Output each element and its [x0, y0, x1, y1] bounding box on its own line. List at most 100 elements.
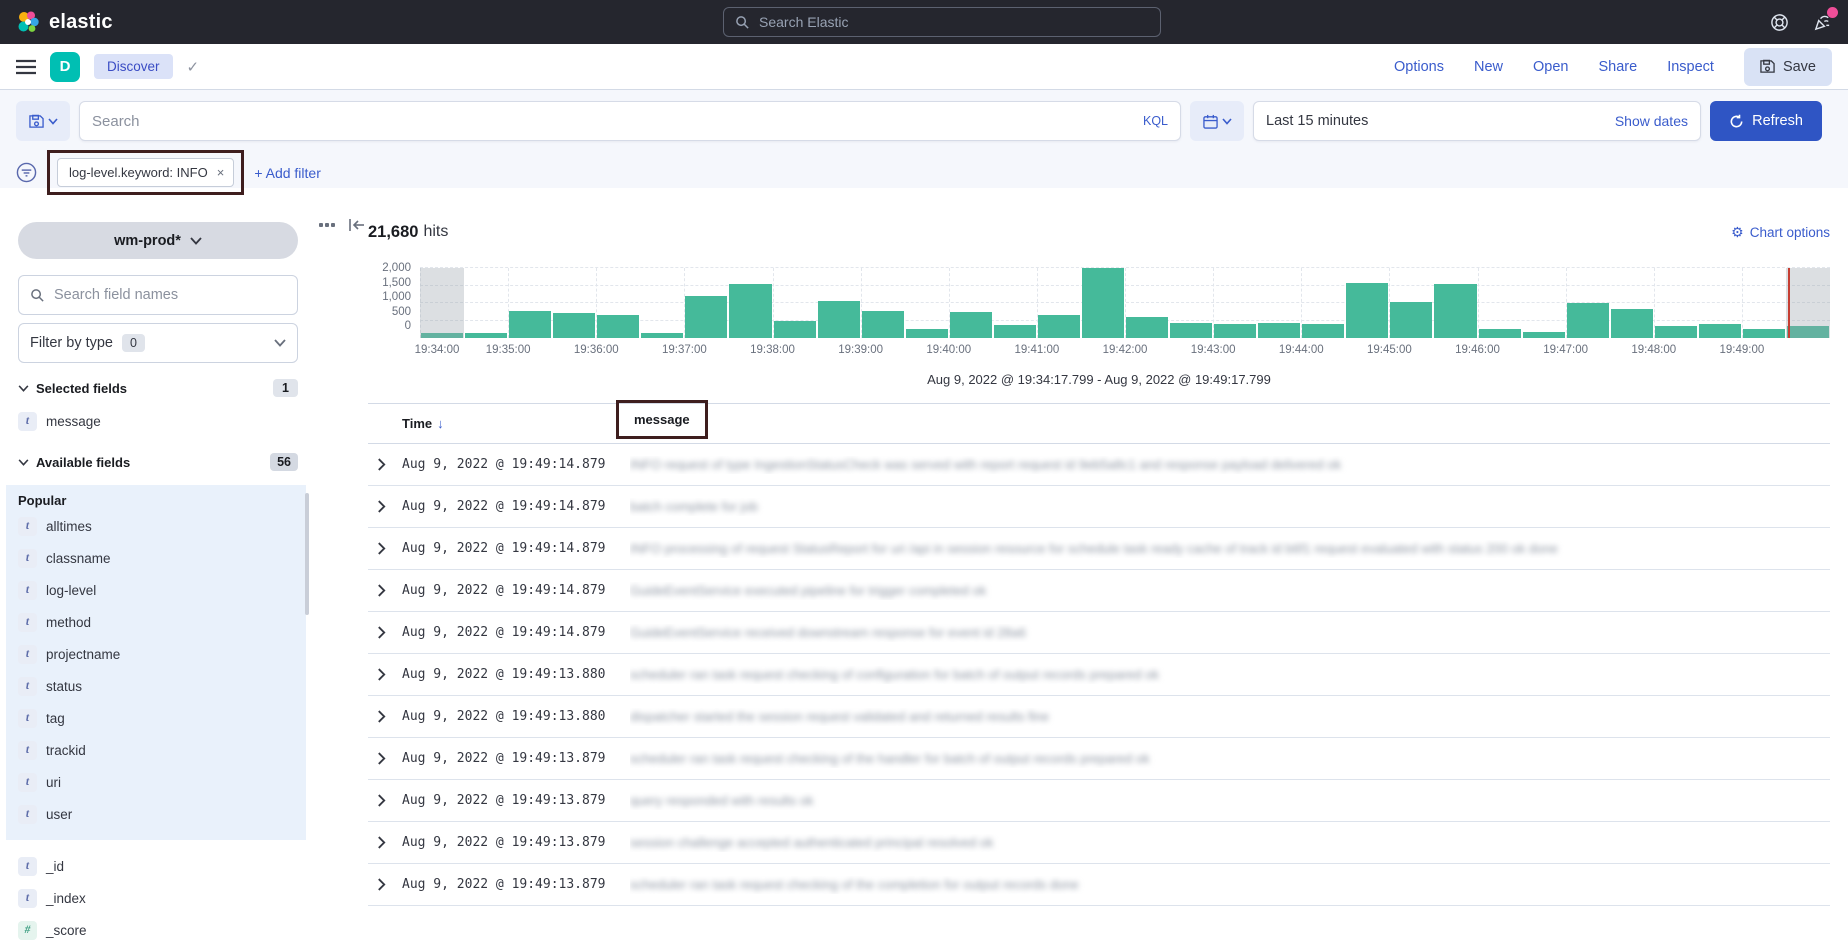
expand-row-icon[interactable]	[368, 794, 402, 807]
open-button[interactable]: Open	[1533, 59, 1568, 75]
histogram-bar[interactable]	[774, 321, 816, 338]
histogram-bar[interactable]	[729, 284, 771, 338]
expand-row-icon[interactable]	[368, 542, 402, 555]
filter-pill[interactable]: log-level.keyword: INFO ×	[57, 158, 234, 187]
row-time: Aug 9, 2022 @ 19:49:13.879	[402, 877, 630, 892]
time-range-value[interactable]: Last 15 minutes	[1266, 113, 1368, 129]
expand-row-icon[interactable]	[368, 836, 402, 849]
sidebar-scrollbar[interactable]	[305, 493, 309, 615]
field-stats-icon[interactable]	[318, 216, 336, 234]
kql-language-button[interactable]: KQL	[1143, 114, 1168, 128]
field-item[interactable]: ttrackid	[18, 734, 294, 766]
field-search-input[interactable]: Search field names	[18, 275, 298, 315]
query-search-input[interactable]: Search KQL	[79, 101, 1181, 141]
expand-row-icon[interactable]	[368, 752, 402, 765]
field-item[interactable]: tclassname	[18, 542, 294, 574]
expand-row-icon[interactable]	[368, 668, 402, 681]
histogram-bar[interactable]	[1655, 326, 1697, 338]
filter-by-type-dropdown[interactable]: Filter by type 0	[18, 323, 298, 363]
expand-row-icon[interactable]	[368, 878, 402, 891]
elastic-logo[interactable]: elastic	[16, 10, 113, 34]
inspect-button[interactable]: Inspect	[1667, 59, 1714, 75]
histogram-bar[interactable]	[818, 301, 860, 338]
hits-label: hits	[423, 223, 448, 241]
histogram-bar[interactable]	[1479, 329, 1521, 338]
share-button[interactable]: Share	[1598, 59, 1637, 75]
row-message-redacted: GuideEventService received downstream re…	[630, 624, 1830, 642]
expand-row-icon[interactable]	[368, 584, 402, 597]
date-quick-menu-button[interactable]	[1190, 101, 1244, 141]
histogram-bar[interactable]	[685, 296, 727, 338]
histogram-bar[interactable]	[509, 311, 551, 338]
selected-fields-accordion[interactable]: Selected fields 1	[18, 379, 298, 397]
field-item[interactable]: t_index	[18, 882, 298, 914]
text-field-token: t	[18, 517, 37, 536]
field-item[interactable]: tlog-level	[18, 574, 294, 606]
global-search-input[interactable]: Search Elastic	[723, 7, 1161, 37]
save-button[interactable]: Save	[1744, 48, 1832, 86]
histogram-bar[interactable]	[1258, 323, 1300, 338]
new-button[interactable]: New	[1474, 59, 1503, 75]
field-item[interactable]: talltimes	[18, 510, 294, 542]
add-filter-button[interactable]: + Add filter	[254, 165, 321, 181]
field-item[interactable]: t_id	[18, 850, 298, 882]
space-avatar[interactable]: D	[50, 52, 80, 82]
remove-filter-icon[interactable]: ×	[217, 165, 225, 180]
expand-row-icon[interactable]	[368, 458, 402, 471]
field-item[interactable]: turi	[18, 766, 294, 798]
show-dates-button[interactable]: Show dates	[1615, 113, 1688, 129]
histogram-bar[interactable]	[950, 312, 992, 338]
collapse-sidebar-icon[interactable]	[348, 216, 366, 234]
breadcrumb-discover[interactable]: Discover	[94, 54, 173, 79]
histogram-plot[interactable]	[420, 268, 1830, 338]
saved-query-icon	[29, 114, 44, 129]
histogram-bar[interactable]	[465, 333, 507, 338]
available-fields-accordion[interactable]: Available fields 56	[18, 453, 298, 471]
histogram-bar[interactable]	[1038, 315, 1080, 338]
time-column-header[interactable]: Time ↓	[402, 416, 444, 431]
histogram-bar[interactable]	[1567, 303, 1609, 338]
histogram-bar[interactable]	[1390, 302, 1432, 338]
message-column-header[interactable]: message	[634, 412, 690, 427]
field-item[interactable]: tmethod	[18, 606, 294, 638]
histogram-bar[interactable]	[1170, 323, 1212, 338]
field-item-message[interactable]: t message	[18, 405, 298, 437]
chart-options-button[interactable]: ⚙ Chart options	[1731, 224, 1830, 241]
refresh-button[interactable]: Refresh	[1710, 101, 1822, 141]
histogram-bar[interactable]	[862, 311, 904, 338]
histogram-bar[interactable]	[994, 325, 1036, 338]
news-icon[interactable]	[1813, 13, 1832, 32]
histogram-bar[interactable]	[906, 329, 948, 338]
options-button[interactable]: Options	[1394, 59, 1444, 75]
histogram-bar[interactable]	[1214, 324, 1256, 338]
histogram-bar[interactable]	[1611, 309, 1653, 338]
field-item[interactable]: #_score	[18, 914, 298, 946]
saved-query-menu-button[interactable]	[16, 101, 70, 141]
histogram-bar[interactable]	[1743, 329, 1785, 338]
histogram-bar[interactable]	[1523, 332, 1565, 338]
field-item[interactable]: ttag	[18, 702, 294, 734]
histogram-bar[interactable]	[1434, 284, 1476, 338]
histogram-bar[interactable]	[1346, 283, 1388, 338]
histogram-bar[interactable]	[1126, 317, 1168, 338]
field-item[interactable]: tuser	[18, 798, 294, 830]
row-message-redacted: INFO request of type IngestionStatusChec…	[630, 456, 1830, 474]
help-icon[interactable]	[1770, 13, 1789, 32]
sort-desc-icon[interactable]: ↓	[437, 416, 444, 431]
histogram-bar[interactable]	[1082, 268, 1124, 338]
expand-row-icon[interactable]	[368, 626, 402, 639]
histogram-bar[interactable]	[553, 313, 595, 338]
x-tick-label: 19:42:00	[1103, 344, 1148, 356]
histogram-bar[interactable]	[1699, 324, 1741, 338]
histogram-bar[interactable]	[641, 333, 683, 338]
time-range-picker[interactable]: Last 15 minutes Show dates	[1253, 101, 1701, 141]
field-item[interactable]: tprojectname	[18, 638, 294, 670]
histogram-bar[interactable]	[1302, 324, 1344, 338]
index-pattern-picker[interactable]: wm-prod*	[18, 222, 298, 259]
filter-menu-icon[interactable]	[16, 162, 37, 183]
field-item[interactable]: tstatus	[18, 670, 294, 702]
expand-row-icon[interactable]	[368, 500, 402, 513]
expand-row-icon[interactable]	[368, 710, 402, 723]
histogram-bar[interactable]	[597, 315, 639, 338]
menu-hamburger-icon[interactable]	[16, 59, 36, 75]
